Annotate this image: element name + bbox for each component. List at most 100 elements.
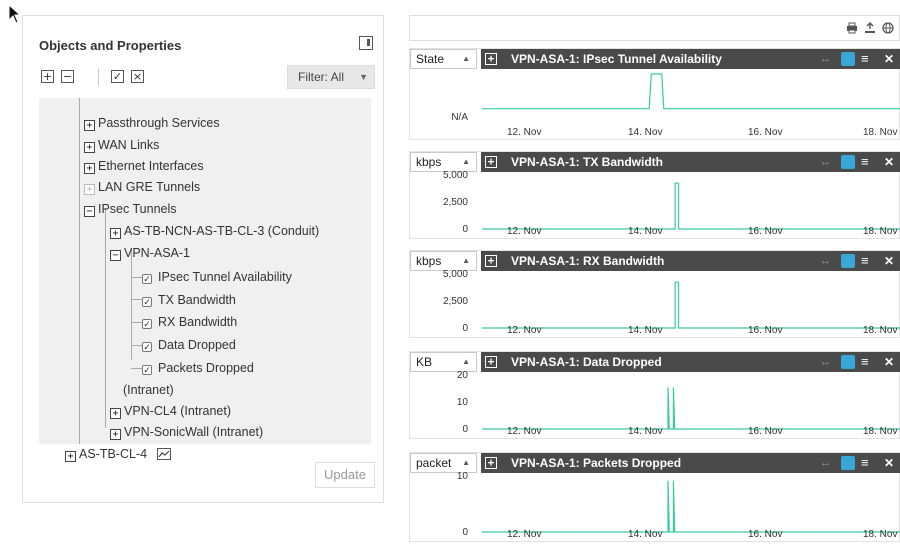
x-tick-label: 18. Nov: [863, 426, 898, 437]
tree-node-rx-bandwidth[interactable]: ✓ RX Bandwidth: [142, 314, 237, 330]
x-tick-label: 18. Nov: [863, 529, 898, 540]
y-tick-label: 5,000: [442, 170, 468, 181]
unit-select[interactable]: packet ▲: [410, 453, 477, 473]
close-icon[interactable]: ✕: [884, 453, 894, 473]
tree-node-ethernet-interfaces[interactable]: + Ethernet Interfaces: [84, 158, 204, 174]
filter-dropdown[interactable]: Filter: All ▼: [287, 65, 375, 89]
uncheck-all-icon[interactable]: ×: [131, 70, 144, 83]
checkbox[interactable]: ✓: [142, 319, 152, 329]
expand-icon[interactable]: +: [485, 255, 497, 267]
select-arrows-icon: ▲: [462, 357, 470, 366]
chart-icon[interactable]: [157, 448, 172, 460]
unit-select[interactable]: KB ▲: [410, 352, 477, 372]
collapse-panel-icon[interactable]: [359, 36, 373, 50]
calendar-icon[interactable]: [841, 254, 855, 268]
chart-title: VPN-ASA-1: Data Dropped: [511, 355, 662, 369]
tree-node-lan-gre-tunnels[interactable]: + LAN GRE Tunnels: [84, 179, 200, 195]
tree-node-vpn-asa-1[interactable]: − VPN-ASA-1: [110, 245, 190, 261]
series-path: [482, 182, 900, 230]
tree-node-as-tb-cl-4[interactable]: + AS-TB-CL-4: [65, 446, 172, 462]
expand-arrows-icon[interactable]: ↔: [820, 152, 831, 172]
expand-arrows-icon[interactable]: ↔: [820, 251, 831, 271]
tree-node-tx-bandwidth[interactable]: ✓ TX Bandwidth: [142, 292, 236, 308]
x-tick-label: 14. Nov: [628, 325, 663, 336]
close-icon[interactable]: ✕: [884, 352, 894, 372]
chart-panel: KB ▲ + VPN-ASA-1: Data Dropped ↔ ≡ ✕ 20 10…: [409, 351, 900, 439]
tree-node-passthrough-services[interactable]: + Passthrough Services: [84, 115, 220, 131]
tree-node-label: TX Bandwidth: [158, 293, 236, 307]
collapse-icon[interactable]: −: [84, 206, 95, 217]
close-icon[interactable]: ✕: [884, 152, 894, 172]
toolbar-divider: [98, 68, 99, 86]
tree-node-label: Ethernet Interfaces: [98, 159, 204, 173]
expand-icon[interactable]: +: [110, 429, 121, 440]
calendar-icon[interactable]: [841, 355, 855, 369]
close-icon[interactable]: ✕: [884, 49, 894, 69]
check-all-icon[interactable]: ✓: [111, 70, 124, 83]
expand-icon[interactable]: +: [110, 408, 121, 419]
menu-icon[interactable]: ≡: [861, 152, 869, 172]
checkbox[interactable]: ✓: [142, 365, 152, 375]
x-tick-label: 12. Nov: [507, 426, 542, 437]
export-icon[interactable]: [864, 22, 876, 34]
unit-select[interactable]: kbps ▲: [410, 152, 477, 172]
menu-icon[interactable]: ≡: [861, 49, 869, 69]
unit-select[interactable]: State ▲: [410, 49, 477, 69]
tree-node-vpn-sonicwall[interactable]: + VPN-SonicWall (Intranet): [110, 424, 263, 440]
checkbox[interactable]: ✓: [142, 342, 152, 352]
tree-node-intranet[interactable]: (Intranet): [123, 382, 174, 398]
x-tick-label: 14. Nov: [628, 226, 663, 237]
tree-node-packets-dropped[interactable]: ✓ Packets Dropped: [142, 360, 254, 376]
expand-icon[interactable]: +: [84, 163, 95, 174]
tree-node-label: VPN-ASA-1: [124, 246, 190, 260]
series-line: [482, 387, 900, 430]
globe-icon[interactable]: [882, 22, 894, 34]
print-icon[interactable]: [846, 22, 858, 34]
chart-header: + VPN-ASA-1: Packets Dropped ↔ ≡ ✕: [481, 453, 900, 473]
tree-node-label: VPN-CL4 (Intranet): [124, 404, 231, 418]
expand-icon[interactable]: +: [84, 142, 95, 153]
expand-icon[interactable]: +: [110, 228, 121, 239]
collapse-all-icon[interactable]: −: [61, 70, 74, 83]
update-button[interactable]: Update: [315, 462, 375, 488]
unit-label: packet: [416, 456, 452, 470]
unit-label: kbps: [416, 254, 442, 268]
series-path: [482, 387, 900, 430]
y-tick-label: N/A: [451, 111, 468, 123]
close-icon[interactable]: ✕: [884, 251, 894, 271]
select-arrows-icon: ▲: [462, 256, 470, 265]
expand-icon[interactable]: +: [84, 120, 95, 131]
calendar-icon[interactable]: [841, 155, 855, 169]
tree-node-ipsec-tunnels[interactable]: − IPsec Tunnels: [84, 201, 177, 217]
calendar-icon[interactable]: [841, 52, 855, 66]
tree-node-ipsec-availability[interactable]: ✓ IPsec Tunnel Availability: [142, 269, 292, 285]
x-tick-label: 16. Nov: [748, 127, 783, 138]
expand-arrows-icon[interactable]: ↔: [820, 49, 831, 69]
tree-node-vpn-cl4[interactable]: + VPN-CL4 (Intranet): [110, 403, 231, 419]
expand-icon[interactable]: +: [485, 156, 497, 168]
unit-select[interactable]: kbps ▲: [410, 251, 477, 271]
checkbox[interactable]: ✓: [142, 274, 152, 284]
expand-icon[interactable]: +: [485, 457, 497, 469]
y-tick-label: 10: [456, 471, 468, 482]
tree-node-wan-links[interactable]: + WAN Links: [84, 137, 159, 153]
tree-node-label: RX Bandwidth: [158, 315, 238, 329]
expand-arrows-icon[interactable]: ↔: [820, 352, 831, 372]
expand-all-icon[interactable]: +: [41, 70, 54, 83]
menu-icon[interactable]: ≡: [861, 453, 869, 473]
tree-node-data-dropped[interactable]: ✓ Data Dropped: [142, 337, 236, 353]
tree-node-conduit[interactable]: + AS-TB-NCN-AS-TB-CL-3 (Conduit): [110, 223, 319, 239]
x-tick-label: 12. Nov: [507, 325, 542, 336]
x-tick-label: 12. Nov: [507, 226, 542, 237]
expand-icon[interactable]: +: [65, 451, 76, 462]
tree-node-label: AS-TB-CL-4: [79, 447, 148, 461]
menu-icon[interactable]: ≡: [861, 352, 869, 372]
menu-icon[interactable]: ≡: [861, 251, 869, 271]
checkbox[interactable]: ✓: [142, 297, 152, 307]
expand-icon[interactable]: +: [485, 356, 497, 368]
calendar-icon[interactable]: [841, 456, 855, 470]
collapse-icon[interactable]: −: [110, 250, 121, 261]
expand-icon[interactable]: +: [84, 184, 95, 195]
expand-arrows-icon[interactable]: ↔: [820, 453, 831, 473]
expand-icon[interactable]: +: [485, 53, 497, 65]
